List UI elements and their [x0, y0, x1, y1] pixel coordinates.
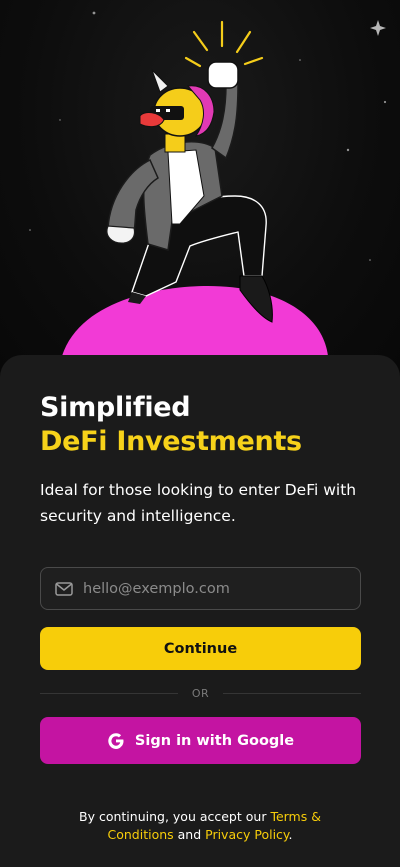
burst-lines	[184, 20, 264, 68]
google-signin-button[interactable]: Sign in with Google	[40, 717, 361, 764]
legal-notice: By continuing, you accept our Terms & Co…	[60, 808, 340, 844]
email-input[interactable]	[83, 580, 333, 597]
privacy-link[interactable]: Privacy Policy	[205, 827, 288, 842]
google-signin-label: Sign in with Google	[134, 732, 295, 749]
continue-button[interactable]: Continue	[40, 627, 361, 670]
email-field[interactable]	[40, 567, 361, 610]
unicorn-horn-icon	[151, 69, 169, 93]
legal-prefix: By continuing, you accept our	[79, 809, 271, 824]
star-sparkle-icon	[370, 20, 386, 36]
dancing-unicorn-duck-illustration	[29, 11, 387, 356]
legal-suffix: .	[288, 827, 293, 842]
divider-line-right	[223, 692, 361, 694]
subtitle: Ideal for those looking to enter DeFi wi…	[40, 481, 357, 525]
raised-fist-icon	[207, 61, 239, 89]
or-divider: OR	[40, 684, 361, 702]
headline-line-2: DeFi Investments	[40, 426, 302, 457]
divider-line-left	[40, 692, 178, 694]
mail-icon	[55, 581, 73, 596]
planet	[62, 286, 328, 356]
google-icon	[107, 732, 125, 750]
hero-illustration	[0, 0, 400, 380]
or-label: OR	[191, 686, 210, 700]
legal-and: and	[173, 827, 206, 842]
headline-line-1: Simplified	[40, 392, 191, 423]
